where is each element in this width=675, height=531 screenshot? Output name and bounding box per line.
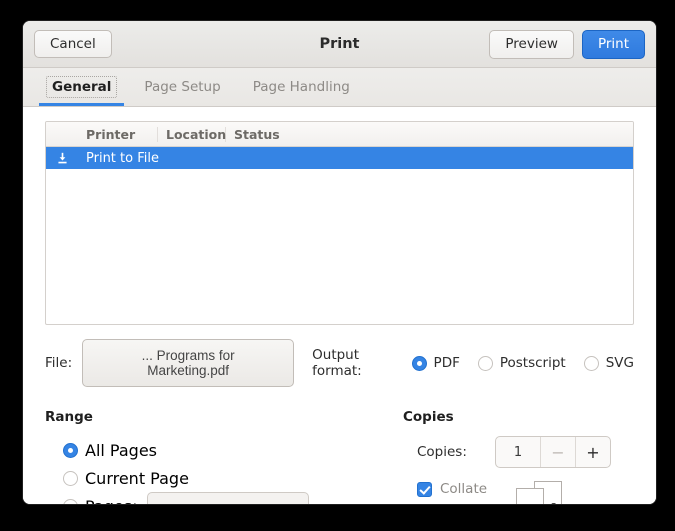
output-format-pdf[interactable]: PDF (412, 355, 460, 371)
bottom-panels: Range All Pages Current Page Pages: Copi… (45, 409, 634, 505)
radio-current-page-indicator (63, 471, 78, 486)
range-option-all-pages-label: All Pages (85, 441, 157, 460)
printer-list-header: Printer Location Status (46, 122, 633, 147)
range-title: Range (45, 409, 375, 425)
tab-page-setup-label: Page Setup (144, 79, 220, 95)
column-header-status[interactable]: Status (226, 127, 633, 142)
range-option-current-page[interactable]: Current Page (63, 464, 375, 492)
output-format-pdf-label: PDF (434, 355, 460, 371)
file-chooser-button[interactable]: ... Programs for Marketing.pdf (82, 339, 294, 387)
table-row[interactable]: Print to File (46, 147, 633, 169)
column-header-printer[interactable]: Printer (78, 127, 158, 142)
output-format-svg[interactable]: SVG (584, 355, 634, 371)
download-icon (46, 152, 78, 165)
copies-decrement-button[interactable]: − (541, 437, 576, 467)
tab-bar: General Page Setup Page Handling (23, 68, 656, 107)
header-right-group: Preview Print (489, 21, 645, 68)
general-tab-content: Printer Location Status Print to File Fi… (23, 107, 656, 505)
copies-stepper-row: Copies: 1 − + (417, 436, 634, 468)
file-label: File: (45, 355, 72, 371)
preview-button[interactable]: Preview (489, 30, 574, 59)
collate-label: Collate (440, 481, 487, 497)
output-format-postscript-label: Postscript (500, 355, 566, 371)
pages-input[interactable] (147, 492, 309, 505)
tab-page-handling-label: Page Handling (253, 79, 350, 95)
collate-preview-page-back-number: 2 (551, 502, 557, 505)
radio-svg-indicator (584, 356, 599, 371)
radio-all-pages-indicator (63, 443, 78, 458)
printer-name-cell: Print to File (78, 151, 159, 166)
range-option-current-page-label: Current Page (85, 469, 189, 488)
collate-preview-icon: 2 1 (516, 481, 562, 505)
copies-checkbox-group: Collate Reverse 2 1 (417, 477, 634, 505)
tab-page-handling[interactable]: Page Handling (237, 68, 366, 106)
range-option-pages-label: Pages: (85, 497, 137, 506)
range-option-pages[interactable]: Pages: (63, 492, 375, 505)
reverse-checkbox[interactable]: Reverse (417, 501, 494, 505)
collate-preview-page-front: 1 (516, 488, 544, 505)
tab-general[interactable]: General (35, 68, 128, 106)
tab-general-label: General (46, 76, 117, 98)
radio-pdf-indicator (412, 356, 427, 371)
tab-page-setup[interactable]: Page Setup (128, 68, 236, 106)
quantity-stepper[interactable]: 1 − + (495, 436, 611, 468)
copies-panel: Copies Copies: 1 − + Collate (375, 409, 634, 505)
radio-postscript-indicator (478, 356, 493, 371)
output-format-postscript[interactable]: Postscript (478, 355, 566, 371)
output-format-label: Output format: (312, 347, 399, 379)
copies-label: Copies: (417, 444, 495, 460)
printer-list[interactable]: Printer Location Status Print to File (45, 121, 634, 325)
copies-value[interactable]: 1 (496, 437, 541, 467)
collate-checkbox-indicator (417, 482, 432, 497)
copies-increment-button[interactable]: + (576, 437, 610, 467)
copies-checkboxes: Collate Reverse (417, 477, 494, 505)
column-header-location[interactable]: Location (158, 127, 226, 142)
file-output-row: File: ... Programs for Marketing.pdf Out… (45, 339, 634, 387)
output-format-svg-label: SVG (606, 355, 634, 371)
range-option-all-pages[interactable]: All Pages (63, 436, 375, 464)
header-left-group: Cancel (34, 30, 112, 59)
range-panel: Range All Pages Current Page Pages: (45, 409, 375, 505)
dialog-header-bar: Cancel Print Preview Print (23, 21, 656, 68)
radio-pages-indicator (63, 499, 78, 506)
print-button[interactable]: Print (582, 30, 645, 59)
cancel-button[interactable]: Cancel (34, 30, 112, 59)
copies-title: Copies (403, 409, 634, 425)
print-dialog: Cancel Print Preview Print General Page … (22, 20, 657, 505)
collate-checkbox[interactable]: Collate (417, 477, 494, 501)
